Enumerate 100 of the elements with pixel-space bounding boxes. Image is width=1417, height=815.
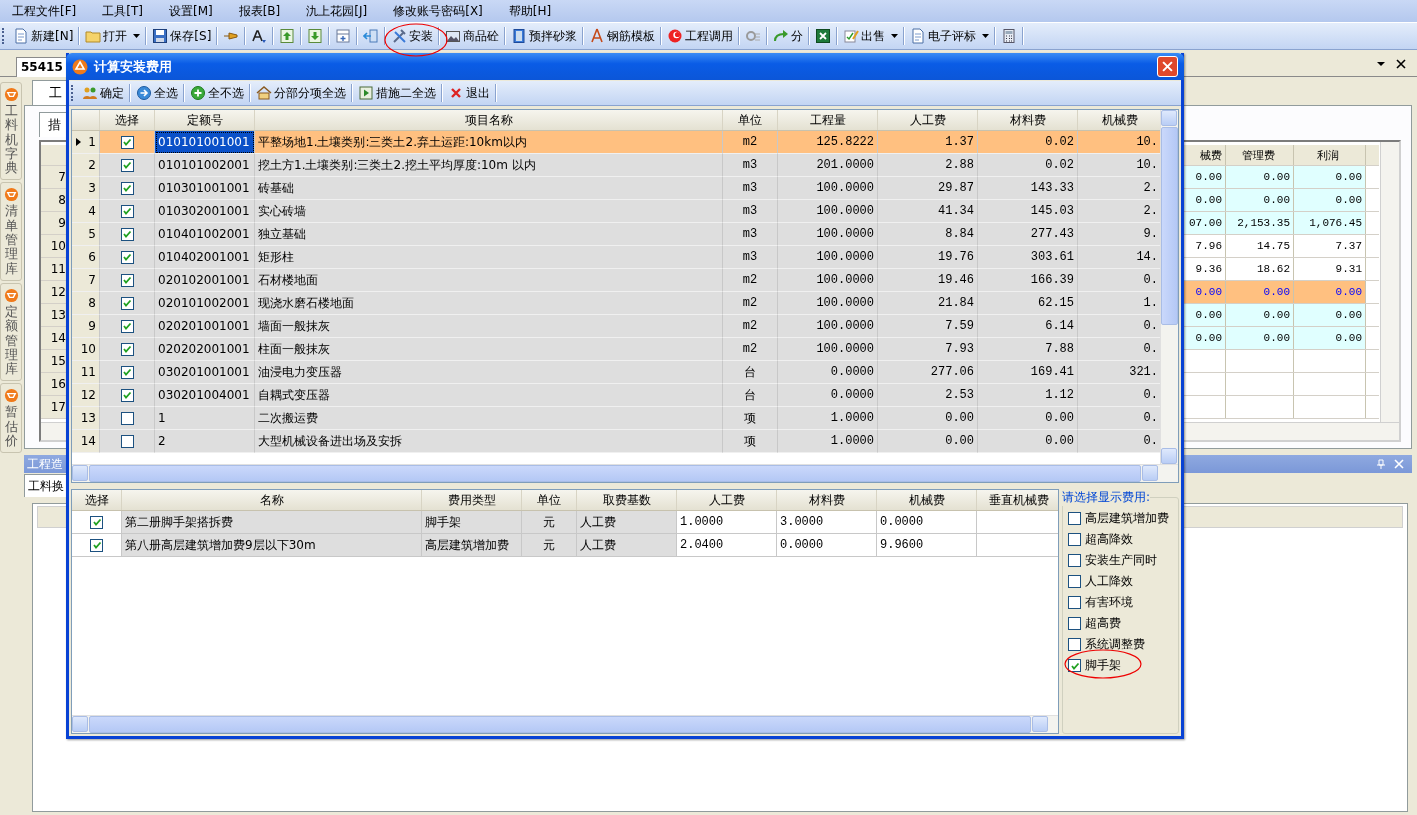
row-header[interactable]: 1 — [72, 131, 100, 154]
checkbox-option[interactable]: 人工降效 — [1068, 571, 1176, 592]
toolbar-button[interactable]: 钢筋模板 — [586, 25, 659, 47]
menu-item[interactable]: 报表[B] — [230, 2, 289, 20]
table-cell: 8.84 — [878, 223, 978, 246]
table-cell: 21.84 — [878, 292, 978, 315]
toolbar-button[interactable]: 商品砼 — [442, 25, 503, 47]
table-cell: 2.0400 — [677, 534, 777, 557]
table-cell: m2 — [723, 269, 778, 292]
row-number: 14 — [41, 327, 69, 349]
row-header[interactable]: 11 — [72, 361, 100, 384]
table-cell: 独立基础 — [255, 223, 723, 246]
table-cell: 二次搬运费 — [255, 407, 723, 430]
table-cell: 2. — [1078, 200, 1160, 223]
row-header[interactable]: 6 — [72, 246, 100, 269]
row-header[interactable]: 4 — [72, 200, 100, 223]
checkbox-option[interactable]: 系统调整费 — [1068, 634, 1176, 655]
row-number: 12 — [41, 281, 69, 303]
checkbox-option[interactable]: 高层建筑增加费 — [1068, 508, 1176, 529]
column-header: 定额号 — [155, 110, 255, 130]
group-legend: 请选择显示费用: — [1062, 489, 1151, 506]
checkbox-option[interactable]: 有害环境 — [1068, 592, 1176, 613]
toolbar-button[interactable]: 分部分项全选 — [253, 82, 349, 104]
checkbox-option[interactable]: 超高费 — [1068, 613, 1176, 634]
menu-item[interactable]: 设置[M] — [160, 2, 221, 20]
row-header[interactable]: 7 — [72, 269, 100, 292]
table-cell: 100.0000 — [778, 315, 878, 338]
menu-item[interactable]: 修改账号密码[X] — [385, 2, 491, 20]
table-cell: 145.03 — [978, 200, 1078, 223]
toolbar-button[interactable]: 工程调用 — [664, 25, 737, 47]
table-cell: 6.14 — [978, 315, 1078, 338]
toolbar-button[interactable]: 退出 — [445, 82, 493, 104]
row-header[interactable]: 8 — [72, 292, 100, 315]
menu-item[interactable]: 工具[T] — [94, 2, 151, 20]
row-header[interactable]: 2 — [72, 154, 100, 177]
table-cell: 矩形柱 — [255, 246, 723, 269]
row-header[interactable]: 14 — [72, 430, 100, 453]
toolbar-button[interactable]: 分 — [770, 25, 807, 47]
table-cell: m2 — [723, 338, 778, 361]
table-cell: 19.46 — [878, 269, 978, 292]
row-header[interactable]: 12 — [72, 384, 100, 407]
toolbar-button[interactable]: 新建[N] — [10, 25, 77, 47]
checkbox-option[interactable]: 脚手架 — [1068, 655, 1176, 676]
row-header[interactable]: 9 — [72, 315, 100, 338]
table-cell: 0. — [1078, 269, 1160, 292]
table-cell: 2.53 — [878, 384, 978, 407]
checkbox-option[interactable]: 超高降效 — [1068, 529, 1176, 550]
column-header: 项目名称 — [255, 110, 723, 130]
menu-item[interactable]: 帮助[H] — [500, 2, 560, 20]
row-number: 10 — [41, 235, 69, 257]
toolbar-button[interactable]: 预拌砂浆 — [508, 25, 581, 47]
table-cell: 1.0000 — [778, 407, 878, 430]
table-cell: 2 — [155, 430, 255, 453]
table-cell: m2 — [723, 315, 778, 338]
checkbox-option[interactable]: 安装生产同时 — [1068, 550, 1176, 571]
table-cell: 0.00 — [878, 407, 978, 430]
toolbar-button[interactable]: 保存[S] — [149, 25, 215, 47]
sidebar-tab[interactable]: 定额管理库 — [0, 282, 22, 382]
sidebar-tab[interactable]: 工料机字典 — [0, 82, 22, 181]
row-header[interactable]: 13 — [72, 407, 100, 430]
menu-item[interactable]: 工程文件[F] — [4, 2, 85, 20]
column-header: 选择 — [100, 110, 155, 130]
table-cell: 0.00 — [1225, 281, 1293, 303]
toolbar-button[interactable]: 全选 — [133, 82, 181, 104]
sidebar-tab[interactable]: 清单管理库 — [0, 182, 22, 281]
menu-item[interactable]: 氿上花园[J] — [298, 2, 376, 20]
toolbar-button[interactable]: 出售 — [840, 25, 902, 47]
table-cell: 7.37 — [1293, 235, 1365, 257]
toolbar-button[interactable]: 安装 — [388, 25, 437, 47]
table-cell: 020201001001 — [155, 315, 255, 338]
table-cell: 台 — [723, 361, 778, 384]
toolbar-button[interactable]: 打开 — [82, 25, 144, 47]
table-cell: 0.02 — [978, 131, 1078, 154]
table-cell: 挖土方1.土壤类别:三类土2.挖土平均厚度:10m 以内 — [255, 154, 723, 177]
table-cell: 020101002001 — [155, 292, 255, 315]
column-header: 机械费 — [877, 490, 977, 510]
toolbar-button[interactable]: 电子评标 — [907, 25, 993, 47]
table-cell: 0. — [1078, 407, 1160, 430]
row-header[interactable]: 10 — [72, 338, 100, 361]
toolbar-button[interactable]: 措施二全选 — [355, 82, 439, 104]
panel-title: 工程造 — [26, 455, 63, 473]
table-cell: 高层建筑增加费 — [422, 534, 522, 557]
table-cell: 0.00 — [978, 407, 1078, 430]
toolbar-button[interactable]: 全不选 — [187, 82, 247, 104]
row-header[interactable]: 3 — [72, 177, 100, 200]
table-cell: 100.0000 — [778, 223, 878, 246]
row-header[interactable]: 5 — [72, 223, 100, 246]
table-cell: 166.39 — [978, 269, 1078, 292]
sidebar-tab[interactable]: 暂估价 — [0, 383, 22, 454]
table-cell: 元 — [522, 511, 577, 534]
toolbar-button[interactable]: 确定 — [79, 82, 127, 104]
table-cell: 020202001001 — [155, 338, 255, 361]
table-cell: 0. — [1078, 384, 1160, 407]
column-header: 材料费 — [978, 110, 1078, 130]
table-cell: 1.37 — [878, 131, 978, 154]
table-cell: 18.62 — [1225, 258, 1293, 280]
table-cell: 030201004001 — [155, 384, 255, 407]
column-header: 工程量 — [778, 110, 878, 130]
table-cell: 0.00 — [1293, 166, 1365, 188]
table-cell: 油浸电力变压器 — [255, 361, 723, 384]
